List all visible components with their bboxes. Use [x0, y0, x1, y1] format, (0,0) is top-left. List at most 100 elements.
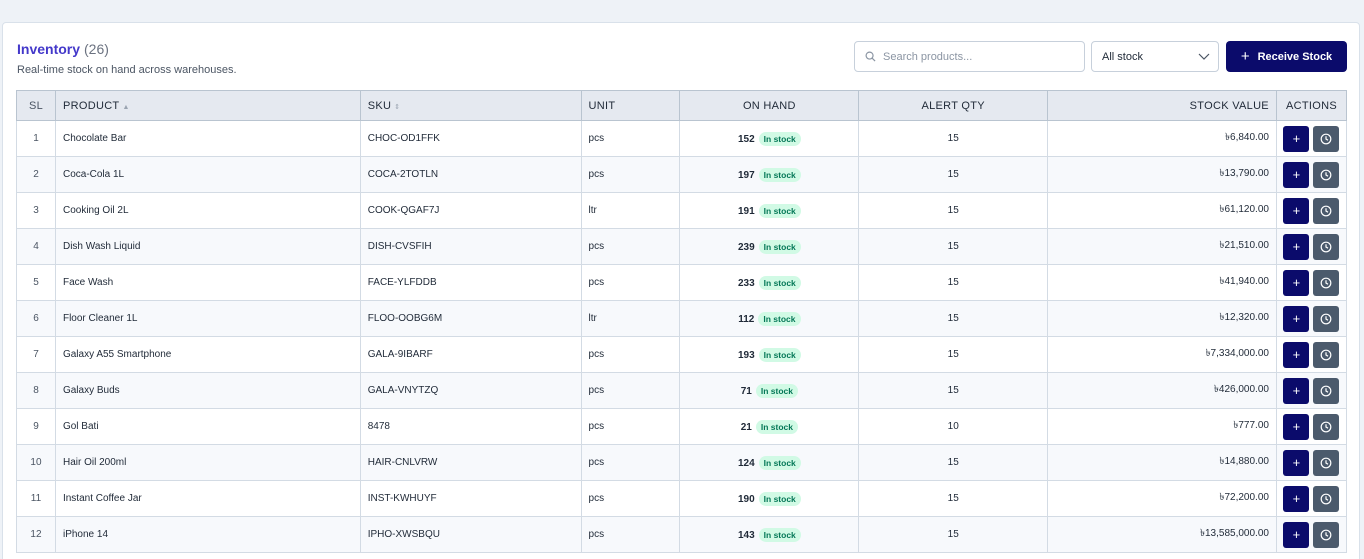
- on-hand-qty: 152: [737, 133, 755, 145]
- stock-filter-value: All stock: [1102, 51, 1143, 63]
- history-button[interactable]: [1313, 341, 1340, 368]
- row-stock-value: ৳13,790.00: [1047, 156, 1277, 193]
- row-unit: pcs: [580, 372, 681, 409]
- add-stock-button[interactable]: +: [1283, 449, 1310, 476]
- row-alert-qty: 15: [858, 372, 1049, 409]
- row-actions: +: [1275, 228, 1348, 265]
- add-stock-button[interactable]: +: [1283, 413, 1310, 440]
- sort-icon: ⇕: [394, 103, 401, 111]
- status-badge: In stock: [755, 419, 798, 434]
- row-unit: pcs: [580, 156, 681, 193]
- stock-filter-select[interactable]: All stock: [1091, 41, 1219, 72]
- on-hand-qty: 124: [737, 457, 755, 469]
- add-stock-button[interactable]: +: [1283, 341, 1310, 368]
- row-unit: pcs: [580, 444, 681, 481]
- history-button[interactable]: [1313, 197, 1340, 224]
- search-icon: [865, 51, 876, 62]
- clock-icon: [1321, 277, 1332, 288]
- add-stock-button[interactable]: +: [1283, 197, 1310, 224]
- column-header-actions: ACTIONS: [1275, 90, 1348, 121]
- row-stock-value: ৳21,510.00: [1047, 228, 1277, 265]
- add-stock-button[interactable]: +: [1283, 485, 1310, 512]
- plus-icon: +: [1292, 167, 1301, 182]
- table-row: 6 Floor Cleaner 1L FLOO-OOBG6M ltr 112 In sto…: [16, 300, 1348, 337]
- plus-icon: +: [1292, 203, 1301, 218]
- on-hand-qty: 21: [740, 421, 752, 433]
- row-product: Galaxy Buds: [54, 372, 361, 409]
- row-sku: INST-KWHUYF: [359, 480, 582, 517]
- row-actions: +: [1275, 156, 1348, 193]
- history-button[interactable]: [1313, 521, 1340, 548]
- row-unit: pcs: [580, 120, 681, 157]
- row-product: Gol Bati: [54, 408, 361, 445]
- row-alert-qty: 15: [858, 516, 1049, 553]
- table-row: 4 Dish Wash Liquid DISH-CVSFIH pcs 239 In sto…: [16, 228, 1348, 265]
- table-row: 2 Coca-Cola 1L COCA-2TOTLN pcs 197 In stock 15…: [16, 156, 1348, 193]
- column-header-unit: UNIT: [580, 90, 681, 121]
- row-actions: +: [1275, 120, 1348, 157]
- history-button[interactable]: [1313, 233, 1340, 260]
- history-button[interactable]: [1313, 377, 1340, 404]
- history-button[interactable]: [1313, 305, 1340, 332]
- row-on-hand: 21 In stock: [679, 408, 860, 445]
- row-product: Galaxy A55 Smartphone: [54, 336, 361, 373]
- row-sku: HAIR-CNLVRW: [359, 444, 582, 481]
- column-header-sku[interactable]: SKU ⇕: [359, 90, 582, 121]
- row-stock-value: ৳6,840.00: [1047, 120, 1277, 157]
- add-stock-button[interactable]: +: [1283, 269, 1310, 296]
- table-row: 11 Instant Coffee Jar INST-KWHUYF pcs 190 In …: [16, 480, 1348, 517]
- table-header-row: SL PRODUCT ▲ SKU ⇕ UNIT ON HAND ALERT QTY …: [16, 90, 1348, 121]
- add-stock-button[interactable]: +: [1283, 125, 1310, 152]
- history-button[interactable]: [1313, 485, 1340, 512]
- table-row: 9 Gol Bati 8478 pcs 21 In stock 10 ৳777.00 +: [16, 408, 1348, 445]
- row-sl: 1: [16, 120, 56, 157]
- row-on-hand: 190 In stock: [679, 480, 860, 517]
- row-product: Cooking Oil 2L: [54, 192, 361, 229]
- row-on-hand: 239 In stock: [679, 228, 860, 265]
- table-row: 7 Galaxy A55 Smartphone GALA-9IBARF pcs 193 I…: [16, 336, 1348, 373]
- history-button[interactable]: [1313, 125, 1340, 152]
- history-button[interactable]: [1313, 413, 1340, 440]
- row-on-hand: 197 In stock: [679, 156, 860, 193]
- history-button[interactable]: [1313, 449, 1340, 476]
- row-on-hand: 124 In stock: [679, 444, 860, 481]
- page-title: Inventory (26): [17, 41, 109, 57]
- add-stock-button[interactable]: +: [1283, 161, 1310, 188]
- row-stock-value: ৳72,200.00: [1047, 480, 1277, 517]
- add-stock-button[interactable]: +: [1283, 377, 1310, 404]
- status-badge: In stock: [758, 167, 801, 182]
- add-stock-button[interactable]: +: [1283, 305, 1310, 332]
- row-alert-qty: 15: [858, 480, 1049, 517]
- plus-icon: +: [1292, 311, 1301, 326]
- history-button[interactable]: [1313, 269, 1340, 296]
- status-badge: In stock: [758, 203, 801, 218]
- history-button[interactable]: [1313, 161, 1340, 188]
- column-header-product[interactable]: PRODUCT ▲: [54, 90, 361, 121]
- table-row: 8 Galaxy Buds GALA-VNYTZQ pcs 71 In stock 15 ৳4…: [16, 372, 1348, 409]
- column-header-stock-value: STOCK VALUE: [1047, 90, 1277, 121]
- row-actions: +: [1275, 372, 1348, 409]
- on-hand-qty: 190: [737, 493, 755, 505]
- row-stock-value: ৳61,120.00: [1047, 192, 1277, 229]
- receive-stock-button[interactable]: + Receive Stock: [1226, 41, 1347, 72]
- search-input[interactable]: [883, 47, 1079, 67]
- on-hand-qty: 71: [740, 385, 752, 397]
- add-stock-button[interactable]: +: [1283, 233, 1310, 260]
- row-stock-value: ৳777.00: [1047, 408, 1277, 445]
- clock-icon: [1321, 385, 1332, 396]
- add-stock-button[interactable]: +: [1283, 521, 1310, 548]
- search-box[interactable]: [854, 41, 1085, 72]
- row-on-hand: 152 In stock: [679, 120, 860, 157]
- row-sku: CHOC-OD1FFK: [359, 120, 582, 157]
- row-sl: 2: [16, 156, 56, 193]
- row-alert-qty: 15: [858, 156, 1049, 193]
- row-on-hand: 143 In stock: [679, 516, 860, 553]
- row-sku: FACE-YLFDDB: [359, 264, 582, 301]
- row-stock-value: ৳14,880.00: [1047, 444, 1277, 481]
- status-badge: In stock: [755, 383, 798, 398]
- row-sku: GALA-VNYTZQ: [359, 372, 582, 409]
- row-product: iPhone 14: [54, 516, 361, 553]
- plus-icon: +: [1292, 347, 1301, 362]
- row-actions: +: [1275, 192, 1348, 229]
- row-sku: COOK-QGAF7J: [359, 192, 582, 229]
